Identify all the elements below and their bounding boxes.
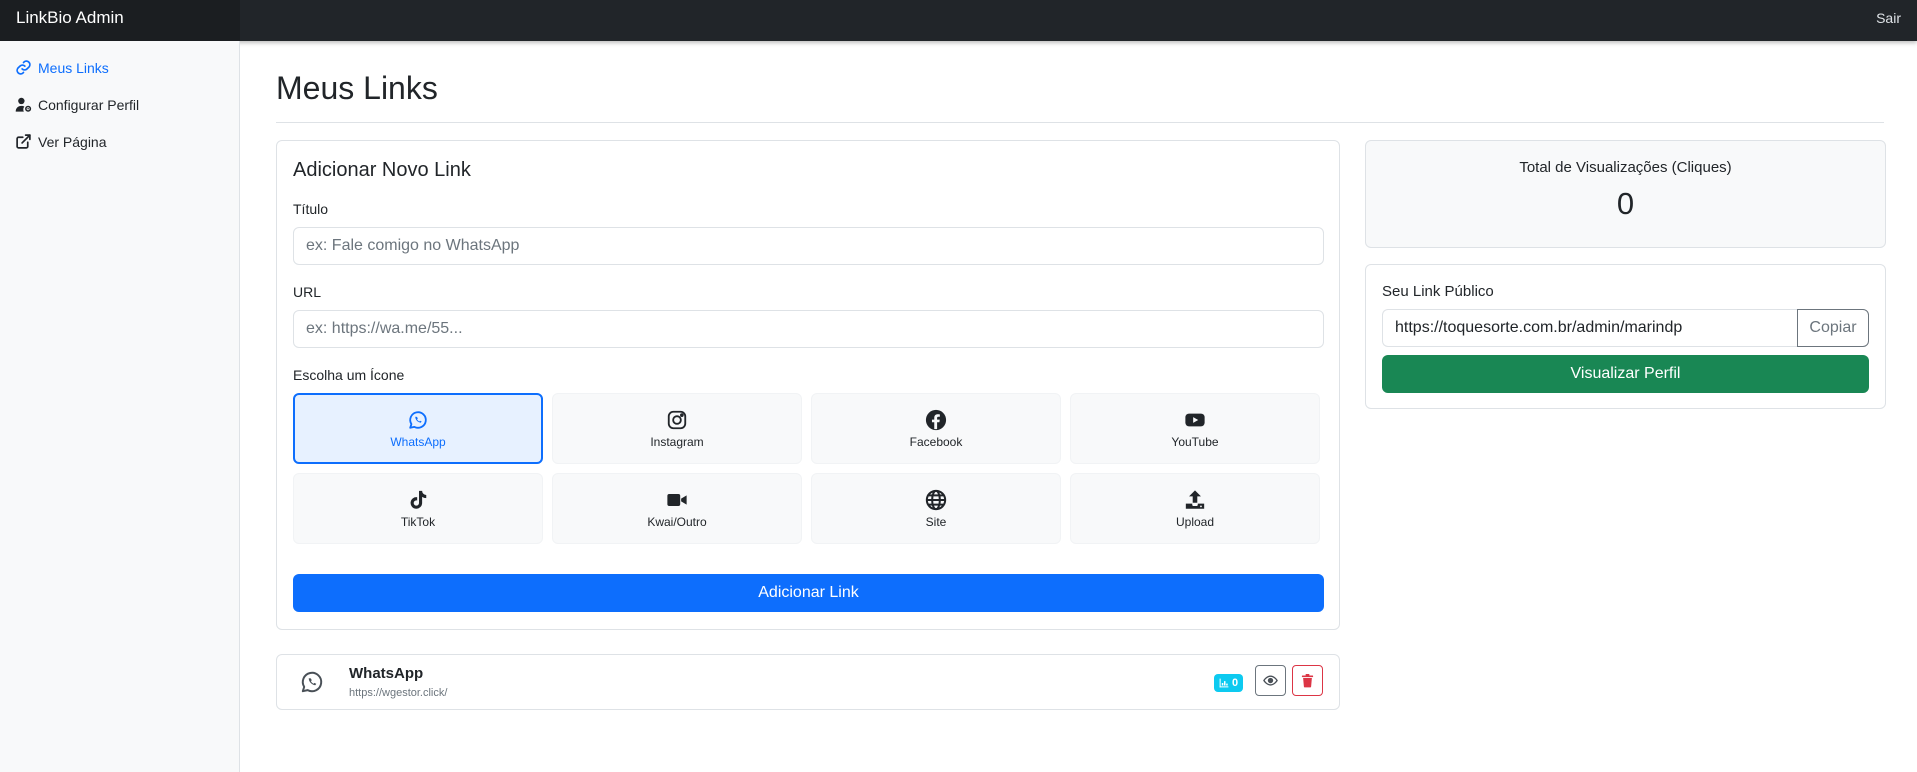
icon-option-label: Facebook: [909, 434, 963, 449]
copy-button[interactable]: Copiar: [1797, 309, 1869, 347]
link-url: https://wgestor.click/: [349, 687, 448, 699]
url-label: URL: [293, 284, 322, 300]
brand-title[interactable]: LinkBio Admin: [16, 8, 124, 28]
icon-option-facebook[interactable]: Facebook: [811, 393, 1061, 464]
icon-option-whatsapp[interactable]: WhatsApp: [293, 393, 543, 464]
icon-option-label: Kwai/Outro: [647, 514, 707, 529]
icon-option-label: Site: [925, 514, 947, 529]
title-divider: [276, 122, 1884, 123]
clicks-count: 0: [1232, 677, 1239, 689]
view-link-button[interactable]: [1255, 665, 1286, 696]
link-icon: [16, 60, 31, 75]
logout-link[interactable]: Sair: [1876, 10, 1901, 26]
icon-option-label: WhatsApp: [390, 434, 446, 449]
facebook-icon: [925, 409, 947, 430]
video-camera-icon: [667, 493, 687, 506]
url-input[interactable]: [293, 310, 1324, 348]
bar-chart-icon: [1219, 678, 1229, 688]
delete-link-button[interactable]: [1292, 665, 1323, 696]
public-link-card: Seu Link Público Copiar Visualizar Perfi…: [1365, 264, 1886, 409]
sidebar-item-meus-links[interactable]: Meus Links: [15, 59, 109, 76]
icon-option-upload[interactable]: Upload: [1070, 473, 1320, 544]
sidebar-item-ver-pagina[interactable]: Ver Página: [15, 133, 107, 150]
icon-option-label: Upload: [1175, 514, 1215, 529]
instagram-icon: [667, 410, 687, 429]
add-link-button[interactable]: Adicionar Link: [293, 574, 1324, 612]
icon-option-label: Instagram: [650, 434, 704, 449]
title-label: Título: [293, 201, 329, 217]
upload-icon: [1185, 489, 1205, 509]
icon-option-kwai[interactable]: Kwai/Outro: [552, 473, 802, 544]
public-link-label: Seu Link Público: [1382, 283, 1494, 300]
youtube-icon: [1185, 413, 1205, 426]
stats-card: Total de Visualizações (Cliques) 0: [1365, 140, 1886, 248]
clicks-badge: 0: [1214, 674, 1244, 692]
trash-icon: [1301, 673, 1314, 688]
user-gear-icon: [15, 97, 32, 112]
stats-value: 0: [1616, 186, 1635, 221]
title-input[interactable]: [293, 227, 1324, 265]
top-navbar: LinkBio Admin Sair: [0, 0, 1917, 41]
view-profile-button[interactable]: Visualizar Perfil: [1382, 355, 1869, 393]
sidebar: Meus Links Configurar Perfil Ver Página: [0, 41, 240, 772]
add-link-card: Adicionar Novo Link Título URL Escolha u…: [276, 140, 1340, 630]
page-title: Meus Links: [276, 70, 438, 106]
icon-option-label: YouTube: [1171, 434, 1219, 449]
public-link-input[interactable]: [1382, 309, 1797, 347]
link-title: WhatsApp: [349, 665, 424, 682]
icon-option-label: TikTok: [400, 514, 436, 529]
stats-label: Total de Visualizações (Cliques): [1519, 159, 1732, 176]
icon-picker-label: Escolha um Ícone: [293, 367, 405, 383]
eye-icon: [1263, 675, 1278, 686]
external-link-icon: [16, 134, 31, 149]
icon-option-instagram[interactable]: Instagram: [552, 393, 802, 464]
add-link-title: Adicionar Novo Link: [293, 159, 471, 181]
sidebar-item-label: Meus Links: [38, 59, 109, 76]
globe-icon: [925, 489, 947, 510]
sidebar-item-label: Ver Página: [38, 133, 107, 150]
icon-option-tiktok[interactable]: TikTok: [293, 473, 543, 544]
whatsapp-icon: [409, 410, 427, 429]
link-list-item: WhatsApp https://wgestor.click/ 0: [276, 654, 1340, 710]
icon-option-youtube[interactable]: YouTube: [1070, 393, 1320, 464]
sidebar-item-label: Configurar Perfil: [38, 96, 140, 113]
sidebar-item-configurar-perfil[interactable]: Configurar Perfil: [15, 96, 139, 113]
icon-option-site[interactable]: Site: [811, 473, 1061, 544]
whatsapp-icon: [301, 671, 323, 693]
tiktok-icon: [410, 490, 427, 509]
